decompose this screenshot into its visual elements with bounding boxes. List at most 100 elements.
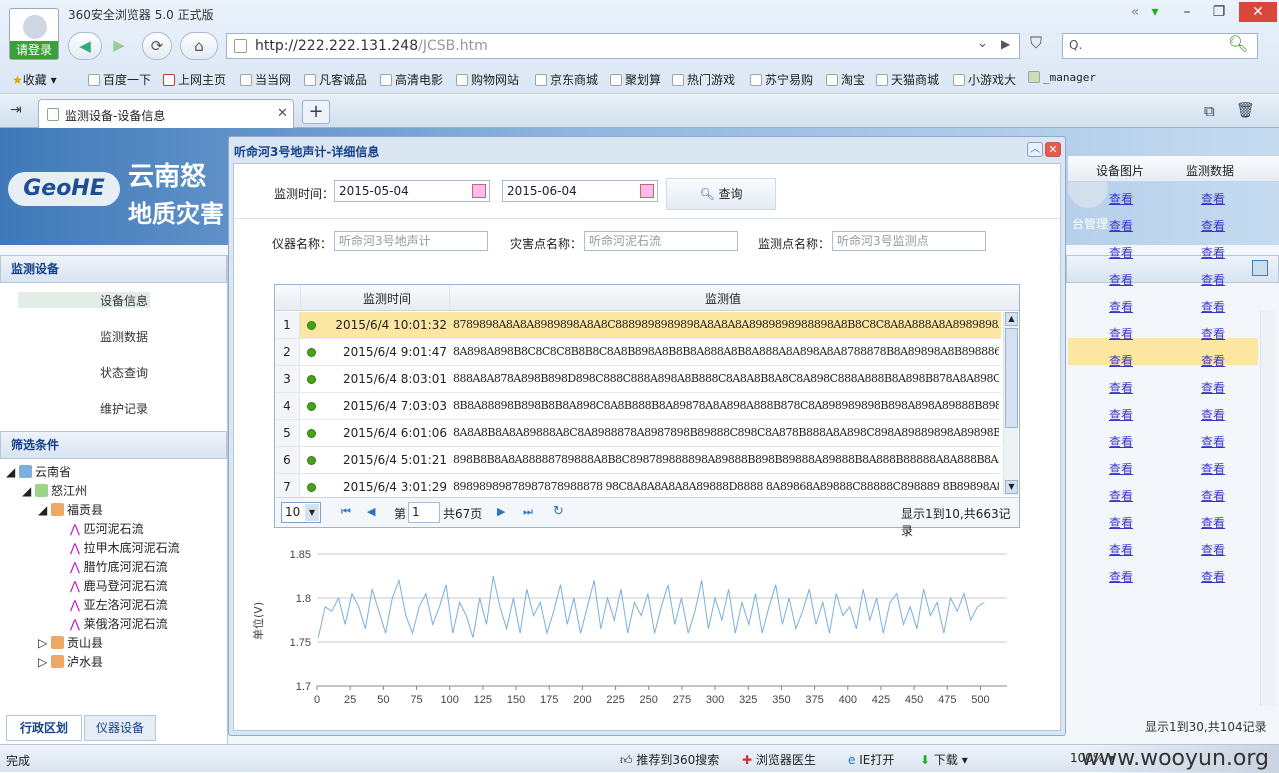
start-date-input[interactable]: 2015-05-04 — [334, 180, 490, 202]
col-value[interactable]: 监测值 — [705, 290, 741, 307]
tree-leaf[interactable]: ⋀ 亚左洛河泥石流 — [70, 596, 168, 613]
bookmark-favorites[interactable]: ★收藏 ▾ — [12, 71, 57, 88]
device-image-link[interactable]: 查看 — [1109, 271, 1133, 288]
device-image-link[interactable]: 查看 — [1109, 190, 1133, 207]
go-icon[interactable]: ▶ — [1001, 37, 1010, 51]
new-tab-button[interactable]: + — [302, 100, 330, 124]
hazard-field[interactable]: 听命河泥石流 — [584, 231, 738, 251]
monitor-data-link[interactable]: 查看 — [1201, 541, 1225, 558]
home-icon[interactable]: ⌂ — [180, 32, 218, 60]
tree-node[interactable]: ▷ 贡山县 — [38, 634, 103, 651]
monitor-data-link[interactable]: 查看 — [1201, 514, 1225, 531]
tree-node[interactable]: ◢ 福贡县 — [38, 501, 103, 518]
bookmark-item[interactable]: 京东商城 — [535, 71, 598, 88]
monitor-data-link[interactable]: 查看 — [1201, 217, 1225, 234]
close-icon[interactable]: ✕ — [1239, 2, 1277, 22]
collapse-icon[interactable]: ︿ — [1027, 142, 1043, 157]
shield-icon[interactable]: ⛉ — [1030, 33, 1042, 53]
table-row[interactable]: 5 2015/6/4 6:01:06 8A8A8B8A8A89888A8C8A898… — [275, 420, 1001, 447]
scrollbar[interactable] — [1260, 311, 1276, 706]
prev-page-icon[interactable]: ◀ — [367, 506, 377, 517]
login-button[interactable]: 请登录 — [10, 41, 58, 59]
bookmark-item[interactable]: 当当网 — [240, 71, 291, 88]
table-row[interactable]: 3 2015/6/4 8:03:01 888A8A878A898B898D898C8… — [275, 366, 1001, 393]
scroll-thumb[interactable] — [1005, 328, 1018, 428]
refresh-icon[interactable]: ↻ — [553, 505, 564, 518]
end-date-input[interactable]: 2015-06-04 — [502, 180, 658, 202]
next-page-icon[interactable]: ▶ — [497, 506, 507, 517]
device-image-link[interactable]: 查看 — [1109, 514, 1133, 531]
table-row[interactable]: 2 2015/6/4 9:01:47 8A898A898B8C8C8C8B8B8C8… — [275, 339, 1001, 366]
close-icon[interactable]: ✕ — [1045, 142, 1061, 157]
calendar-icon[interactable] — [640, 184, 654, 198]
tree-node[interactable]: ▷ 泸水县 — [38, 653, 103, 670]
monitor-data-link[interactable]: 查看 — [1201, 298, 1225, 315]
tree-leaf[interactable]: ⋀ 腊竹底河泥石流 — [70, 558, 168, 575]
monitor-data-link[interactable]: 查看 — [1201, 325, 1225, 342]
bookmark-item[interactable]: 天猫商城 — [876, 71, 939, 88]
instrument-field[interactable]: 听命河3号地声计 — [334, 231, 488, 251]
device-image-link[interactable]: 查看 — [1109, 217, 1133, 234]
sidebar-toggle-icon[interactable]: ⇥ — [10, 102, 22, 118]
status-item[interactable]: e IE打开 — [848, 751, 894, 768]
device-image-link[interactable]: 查看 — [1109, 487, 1133, 504]
scroll-up-icon[interactable]: ▲ — [1005, 312, 1018, 326]
col-time[interactable]: 监测时间 — [363, 290, 411, 307]
trash-icon[interactable]: 🗑︎ — [1236, 101, 1255, 119]
device-image-link[interactable]: 查看 — [1109, 244, 1133, 261]
menu-device-info[interactable]: 设备信息 — [100, 292, 148, 309]
bookmark-item[interactable]: _manager — [1028, 71, 1096, 84]
tree-node[interactable]: ◢ 云南省 — [6, 463, 71, 480]
monitor-data-link[interactable]: 查看 — [1201, 406, 1225, 423]
page-size-select[interactable]: 10 ▼ — [281, 502, 321, 523]
last-page-icon[interactable]: ⏭ — [523, 506, 533, 517]
tab-region[interactable]: 行政区划 — [6, 715, 82, 741]
monitor-data-link[interactable]: 查看 — [1201, 433, 1225, 450]
forward-icon[interactable]: ▶ — [104, 32, 134, 60]
skin-icon[interactable]: ▾ — [1140, 2, 1170, 22]
device-image-link[interactable]: 查看 — [1109, 433, 1133, 450]
tabs-icon[interactable]: ⧉ — [1204, 102, 1215, 120]
menu-maintenance[interactable]: 维护记录 — [100, 400, 148, 417]
monitor-data-link[interactable]: 查看 — [1201, 379, 1225, 396]
calendar-icon[interactable] — [472, 184, 486, 198]
bookmark-item[interactable]: 高清电影 — [380, 71, 443, 88]
back-icon[interactable]: ◀ — [68, 32, 102, 60]
tree-leaf[interactable]: ⋀ 鹿马登河泥石流 — [70, 577, 168, 594]
device-image-link[interactable]: 查看 — [1109, 460, 1133, 477]
tab-active[interactable]: 监测设备-设备信息 ✕ — [38, 99, 294, 128]
grid-scrollbar[interactable]: ▲ ▼ — [1003, 312, 1018, 495]
minimize-icon[interactable]: – — [1172, 2, 1202, 22]
menu-monitor-data[interactable]: 监测数据 — [100, 328, 148, 345]
monitor-data-link[interactable]: 查看 — [1201, 190, 1225, 207]
table-row[interactable]: 1 2015/6/4 10:01:32 8789898A8A8A8989898A8A… — [275, 312, 1001, 339]
monitor-data-link[interactable]: 查看 — [1201, 487, 1225, 504]
tree-node[interactable]: ◢ 怒江州 — [22, 482, 87, 499]
address-bar[interactable]: http://222.222.131.248/JCSB.htm — [226, 33, 1020, 59]
tab-instruments[interactable]: 仪器设备 — [84, 715, 156, 741]
chevron-down-icon[interactable]: ⌄ — [977, 36, 988, 51]
table-row[interactable]: 6 2015/6/4 5:01:21 898B8B8A8A88888789888A8… — [275, 447, 1001, 474]
bookmark-item[interactable]: 购物网站 — [456, 71, 519, 88]
bookmark-item[interactable]: 凡客诚品 — [304, 71, 367, 88]
status-item[interactable]: ✚ 浏览器医生 — [742, 751, 816, 768]
close-tab-icon[interactable]: ✕ — [277, 106, 288, 121]
status-item[interactable]: ⬇ 下载 ▾ — [920, 751, 968, 768]
bookmark-item[interactable]: 百度一下 — [88, 71, 151, 88]
table-row[interactable]: 4 2015/6/4 7:03:03 8B8A88898B898B8B8A898C8… — [275, 393, 1001, 420]
tree-leaf[interactable]: ⋀ 匹河泥石流 — [70, 520, 144, 537]
device-image-link[interactable]: 查看 — [1109, 379, 1133, 396]
monitor-data-link[interactable]: 查看 — [1201, 352, 1225, 369]
device-image-link[interactable]: 查看 — [1109, 352, 1133, 369]
monitor-data-link[interactable]: 查看 — [1201, 271, 1225, 288]
restore-icon[interactable]: ❐ — [1204, 2, 1234, 22]
bookmark-item[interactable]: 苏宁易购 — [750, 71, 813, 88]
bookmark-item[interactable]: 热门游戏 — [672, 71, 735, 88]
menu-status-query[interactable]: 状态查询 — [100, 364, 148, 381]
point-field[interactable]: 听命河3号监测点 — [832, 231, 986, 251]
status-item[interactable]: 👍︎ 推荐到360搜索 — [620, 751, 719, 768]
bookmark-item[interactable]: 淘宝 — [826, 71, 865, 88]
bookmark-item[interactable]: 小游戏大 — [953, 71, 1016, 88]
tree-leaf[interactable]: ⋀ 莱俄洛河泥石流 — [70, 615, 168, 632]
monitor-data-link[interactable]: 查看 — [1201, 568, 1225, 585]
